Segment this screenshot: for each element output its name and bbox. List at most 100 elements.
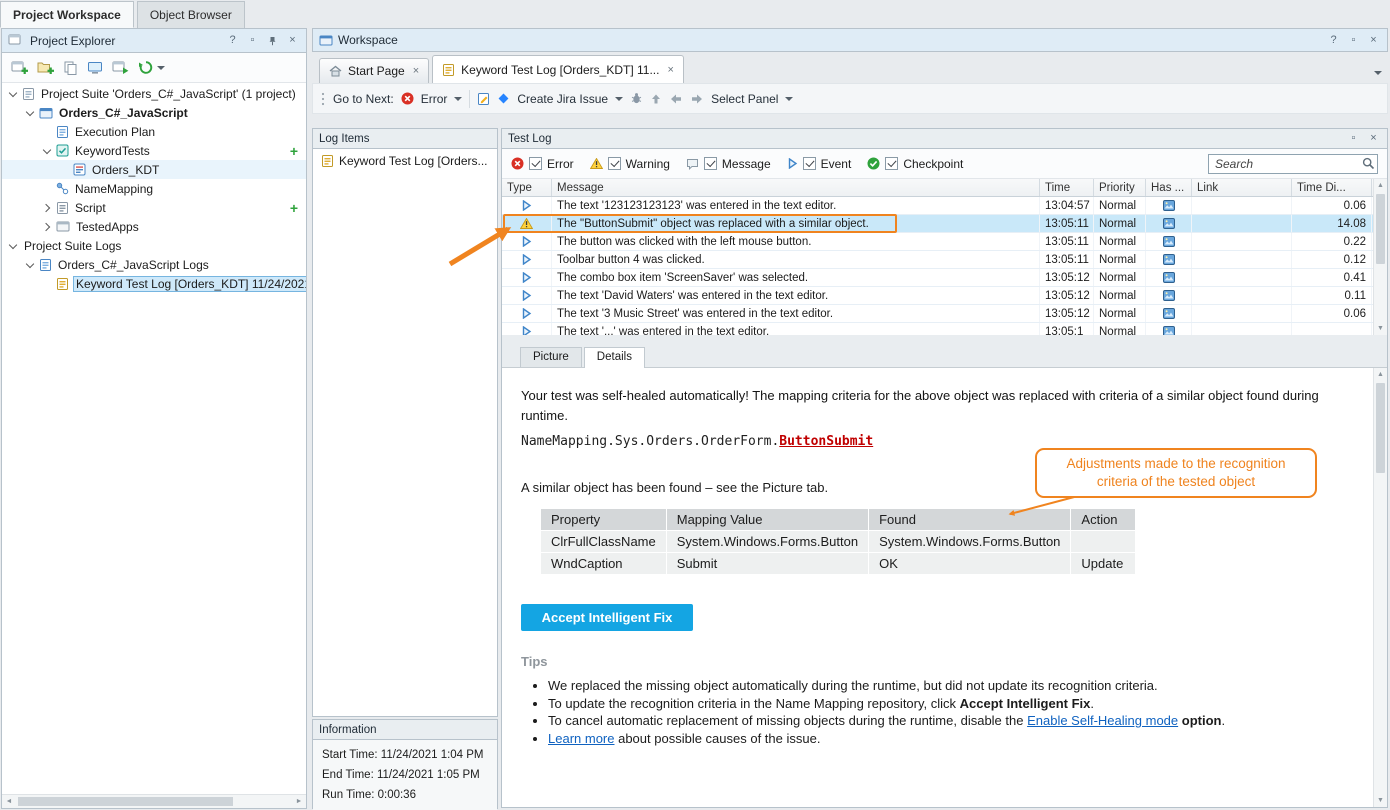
filter-warning[interactable]: Warning <box>590 157 670 171</box>
add-new-item-button[interactable] <box>11 60 28 75</box>
tree-item[interactable]: KeywordTests+ <box>2 141 306 160</box>
scroll-down-icon[interactable]: ▼ <box>1374 322 1387 335</box>
filter-checkbox[interactable] <box>803 157 816 170</box>
object-browser-button[interactable] <box>87 61 103 75</box>
expander-icon[interactable] <box>25 108 35 118</box>
chevron-down-icon[interactable] <box>785 97 793 101</box>
chevron-down-icon[interactable] <box>454 97 462 101</box>
filter-checkpoint[interactable]: Checkpoint <box>867 157 963 171</box>
scrollbar-thumb[interactable] <box>1376 383 1385 473</box>
tree-item[interactable]: Keyword Test Log [Orders_KDT] 11/24/2021… <box>2 274 306 293</box>
filter-checkbox[interactable] <box>529 157 542 170</box>
scrollbar-thumb[interactable] <box>18 797 233 806</box>
chevron-down-icon[interactable] <box>615 97 623 101</box>
column-header[interactable]: Link <box>1192 179 1292 196</box>
log-table-scrollbar[interactable]: ▲ ▼ <box>1373 179 1387 335</box>
close-icon[interactable]: × <box>285 33 300 48</box>
expander-icon[interactable] <box>42 203 52 213</box>
tab-keyword-test-log[interactable]: Keyword Test Log [Orders_KDT] 11... × <box>432 55 684 83</box>
tab-object-browser[interactable]: Object Browser <box>137 1 245 28</box>
pin-icon[interactable] <box>265 33 280 48</box>
toolbar-grip-icon[interactable] <box>321 91 326 107</box>
column-header[interactable]: Message <box>552 179 1040 196</box>
scroll-left-icon[interactable]: ◄ <box>2 795 16 808</box>
tip-link[interactable]: Learn more <box>548 731 614 746</box>
log-row[interactable]: The text '3 Music Street' was entered in… <box>502 305 1373 323</box>
close-tab-icon[interactable]: × <box>667 64 673 76</box>
search-icon[interactable] <box>1362 157 1375 170</box>
select-panel-button[interactable]: Select Panel <box>711 92 778 106</box>
filter-checkbox[interactable] <box>608 157 621 170</box>
log-row[interactable]: The text '123123123123' was entered in t… <box>502 197 1373 215</box>
filter-event[interactable]: Event <box>787 157 852 171</box>
column-header[interactable]: Time Di... <box>1292 179 1372 196</box>
add-child-icon[interactable]: + <box>290 201 298 215</box>
tree-item[interactable]: Script+ <box>2 198 306 217</box>
forward-arrow-icon[interactable] <box>690 93 704 105</box>
log-row[interactable]: The "ButtonSubmit" object was replaced w… <box>502 215 1373 233</box>
details-scrollbar[interactable]: ▲ ▼ <box>1373 368 1387 807</box>
tree-item[interactable]: Project Suite 'Orders_C#_JavaScript' (1 … <box>2 84 306 103</box>
column-header[interactable]: Time <box>1040 179 1094 196</box>
log-items-panel: Log Items Keyword Test Log [Orders... <box>312 128 498 717</box>
expander-icon[interactable] <box>42 146 52 156</box>
tree-item[interactable]: Orders_C#_JavaScript Logs <box>2 255 306 274</box>
float-window-icon[interactable]: ▫ <box>1346 33 1361 48</box>
tree-item[interactable]: Execution Plan <box>2 122 306 141</box>
scroll-right-icon[interactable]: ► <box>292 795 306 808</box>
bug-icon[interactable] <box>630 92 643 105</box>
scroll-up-icon[interactable]: ▲ <box>1374 368 1387 381</box>
tab-details[interactable]: Details <box>584 347 645 368</box>
log-row[interactable]: Toolbar button 4 was clicked.13:05:11Nor… <box>502 251 1373 269</box>
scroll-down-icon[interactable]: ▼ <box>1374 794 1387 807</box>
tree-item[interactable]: Orders_KDT <box>2 160 306 179</box>
expander-icon[interactable] <box>8 89 18 99</box>
tree-item[interactable]: NameMapping <box>2 179 306 198</box>
tab-start-page[interactable]: Start Page × <box>319 58 429 83</box>
report-icon[interactable] <box>477 92 490 106</box>
run-project-button[interactable] <box>138 60 165 75</box>
tree-item[interactable]: Project Suite Logs <box>2 236 306 255</box>
expander-icon[interactable] <box>8 241 18 251</box>
log-row[interactable]: The text 'David Waters' was entered in t… <box>502 287 1373 305</box>
help-icon[interactable]: ? <box>1326 33 1341 48</box>
add-child-icon[interactable]: + <box>290 144 298 158</box>
tree-item[interactable]: Orders_C#_JavaScript <box>2 103 306 122</box>
tip-link[interactable]: Enable Self-Healing mode <box>1027 713 1178 728</box>
expander-icon[interactable] <box>25 260 35 270</box>
column-header[interactable]: Type <box>502 179 552 196</box>
run-test-button[interactable] <box>112 60 129 75</box>
back-arrow-icon[interactable] <box>669 93 683 105</box>
horizontal-scrollbar[interactable]: ◄ ► <box>2 794 306 808</box>
filter-error[interactable]: Error <box>511 157 574 171</box>
export-log-icon[interactable] <box>650 93 662 105</box>
close-icon[interactable]: × <box>1366 131 1381 146</box>
filter-checkbox[interactable] <box>885 157 898 170</box>
tab-project-workspace[interactable]: Project Workspace <box>0 1 134 28</box>
log-item[interactable]: Keyword Test Log [Orders... <box>313 149 497 173</box>
add-existing-item-button[interactable] <box>37 60 54 75</box>
close-tab-icon[interactable]: × <box>413 65 419 77</box>
expander-icon[interactable] <box>42 222 52 232</box>
scroll-up-icon[interactable]: ▲ <box>1374 179 1387 192</box>
float-window-icon[interactable]: ▫ <box>1346 131 1361 146</box>
tab-list-dropdown-icon[interactable] <box>1374 71 1382 75</box>
filter-checkbox[interactable] <box>704 157 717 170</box>
go-to-next-error-button[interactable]: Error <box>421 92 448 106</box>
accept-intelligent-fix-button[interactable]: Accept Intelligent Fix <box>521 604 693 631</box>
search-input[interactable] <box>1208 154 1378 174</box>
column-header[interactable]: Priority <box>1094 179 1146 196</box>
log-row[interactable]: The combo box item 'ScreenSaver' was sel… <box>502 269 1373 287</box>
close-icon[interactable]: × <box>1366 33 1381 48</box>
tab-picture[interactable]: Picture <box>520 347 582 367</box>
help-icon[interactable]: ? <box>225 33 240 48</box>
tree-item[interactable]: TestedApps <box>2 217 306 236</box>
create-jira-issue-button[interactable]: Create Jira Issue <box>517 92 608 106</box>
column-header[interactable]: Has ... <box>1146 179 1192 196</box>
filter-message[interactable]: Message <box>686 157 771 171</box>
log-row[interactable]: The button was clicked with the left mou… <box>502 233 1373 251</box>
float-window-icon[interactable]: ▫ <box>245 33 260 48</box>
scrollbar-thumb[interactable] <box>1376 194 1385 264</box>
copy-item-button[interactable] <box>63 60 78 75</box>
log-row[interactable]: The text '...' was entered in the text e… <box>502 323 1373 335</box>
